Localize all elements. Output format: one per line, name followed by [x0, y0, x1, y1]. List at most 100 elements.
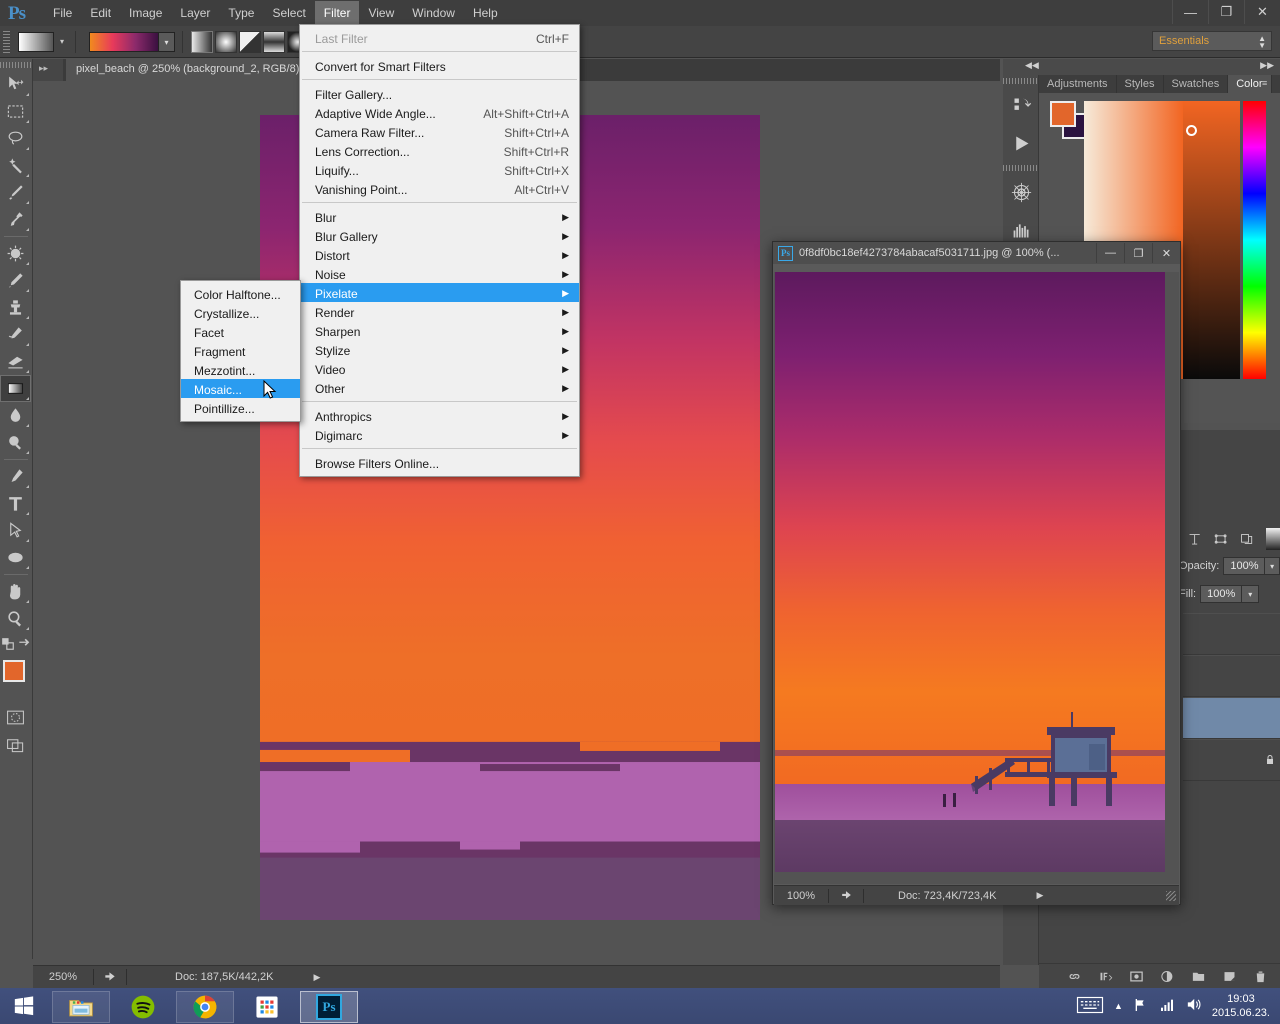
panel-foreground-swatch[interactable]: [1050, 101, 1076, 127]
menu-item-convert-for-smart-filters[interactable]: Convert for Smart Filters: [300, 56, 579, 75]
floating-minimize-icon[interactable]: —: [1096, 243, 1124, 263]
spot-healing-brush-tool[interactable]: [0, 240, 31, 267]
link-layers-icon[interactable]: [1067, 969, 1082, 984]
menu-item-fragment[interactable]: Fragment: [181, 341, 300, 360]
resize-grip[interactable]: [1166, 891, 1176, 901]
floating-share-icon[interactable]: [829, 889, 863, 902]
panel-tab-styles[interactable]: Styles: [1117, 75, 1164, 93]
collapse-right-icon[interactable]: ▶▶: [1260, 60, 1274, 71]
pen-tool[interactable]: [0, 463, 31, 490]
adjustment-layer-icon[interactable]: [1160, 969, 1175, 984]
shape-filter-icon[interactable]: [1213, 531, 1228, 547]
default-colors-icon[interactable]: [1, 637, 15, 651]
new-layer-icon[interactable]: [1222, 969, 1237, 984]
floating-window-titlebar[interactable]: Ps 0f8df0bc18ef4273784abacaf5031711.jpg …: [773, 242, 1180, 264]
options-bar-grip[interactable]: [3, 31, 10, 53]
crop-tool[interactable]: [0, 179, 31, 206]
workspace-selector[interactable]: Essentials ▲ ▼: [1152, 31, 1272, 51]
table-row[interactable]: [1183, 613, 1280, 655]
move-tool[interactable]: [0, 71, 31, 98]
fill-value[interactable]: 100%: [1200, 585, 1243, 603]
menu-item-filter-gallery[interactable]: Filter Gallery...: [300, 84, 579, 103]
menu-help[interactable]: Help: [464, 1, 507, 25]
menu-filter[interactable]: Filter: [314, 1, 360, 25]
menu-item-blur[interactable]: Blur ▶: [300, 207, 579, 226]
adjustment-filter-icon[interactable]: [1265, 528, 1280, 550]
collapse-left-icon[interactable]: ◀◀: [1025, 60, 1039, 71]
gradient-dropdown-icon[interactable]: ▾: [159, 32, 175, 52]
volume-icon[interactable]: [1185, 996, 1202, 1016]
color-field-dark[interactable]: [1183, 101, 1240, 379]
minimize-icon[interactable]: —: [1172, 0, 1208, 24]
opacity-dropdown-icon[interactable]: ▾: [1265, 557, 1280, 575]
menu-item-other[interactable]: Other ▶: [300, 378, 579, 397]
clone-source-icon[interactable]: [1003, 173, 1039, 211]
gradient-tool[interactable]: [0, 375, 31, 402]
document-tab[interactable]: pixel_beach @ 250% (background_2, RGB/8)…: [66, 59, 318, 81]
tools-panel-grip[interactable]: [0, 59, 32, 71]
menu-item-pointillize[interactable]: Pointillize...: [181, 398, 300, 417]
menu-item-facet[interactable]: Facet: [181, 322, 300, 341]
clock[interactable]: 19:03 2015.06.23.: [1212, 992, 1270, 1020]
show-hidden-icons-icon[interactable]: ▲: [1114, 1001, 1123, 1011]
opacity-value[interactable]: 100%: [1223, 557, 1266, 575]
table-row[interactable]: [1183, 655, 1280, 697]
panel-tab-swatches[interactable]: Swatches: [1164, 75, 1229, 93]
ellipse-shape-tool[interactable]: [0, 544, 31, 571]
hue-strip[interactable]: [1243, 101, 1266, 379]
menu-item-anthropics[interactable]: Anthropics ▶: [300, 406, 579, 425]
add-layer-mask-icon[interactable]: [1129, 969, 1144, 984]
history-brush-tool[interactable]: [0, 321, 31, 348]
floating-maximize-icon[interactable]: ❐: [1124, 243, 1152, 263]
share-icon[interactable]: [94, 970, 126, 984]
rail-grip[interactable]: [1003, 75, 1038, 86]
restore-icon[interactable]: ❐: [1208, 0, 1244, 24]
panel-tab-adjustments[interactable]: Adjustments: [1039, 75, 1117, 93]
floating-close-icon[interactable]: ✕: [1152, 243, 1180, 263]
dock-collapse-bar[interactable]: ◀◀ ▶▶: [1003, 59, 1280, 75]
menu-item-video[interactable]: Video ▶: [300, 359, 579, 378]
menu-type[interactable]: Type: [219, 1, 263, 25]
menu-item-vanishing-point[interactable]: Vanishing Point... Alt+Ctrl+V: [300, 179, 579, 198]
screen-mode-icon[interactable]: [0, 731, 31, 758]
layer-style-fx-icon[interactable]: [1098, 969, 1113, 984]
floating-status-expand-icon[interactable]: ▶: [1036, 890, 1043, 901]
menu-select[interactable]: Select: [263, 1, 314, 25]
gradient-type-angle[interactable]: [239, 31, 261, 53]
color-swatches[interactable]: [0, 660, 35, 696]
menu-item-crystallize[interactable]: Crystallize...: [181, 303, 300, 322]
menu-item-liquify[interactable]: Liquify... Shift+Ctrl+X: [300, 160, 579, 179]
eyedropper-tool[interactable]: [0, 206, 31, 233]
table-row[interactable]: [1183, 739, 1280, 781]
menu-item-distort[interactable]: Distort ▶: [300, 245, 579, 264]
menu-item-mosaic[interactable]: Mosaic...: [181, 379, 300, 398]
brush-tool[interactable]: [0, 267, 31, 294]
menu-layer[interactable]: Layer: [171, 1, 219, 25]
type-tool[interactable]: [0, 490, 31, 517]
beach-photo[interactable]: [775, 272, 1165, 872]
keyboard-icon[interactable]: [1076, 995, 1104, 1018]
start-button[interactable]: [0, 988, 48, 1024]
gradient-type-linear[interactable]: [191, 31, 213, 53]
taskbar-item-photoshop[interactable]: Ps: [300, 991, 358, 1023]
menu-item-noise[interactable]: Noise ▶: [300, 264, 579, 283]
rectangular-marquee-tool[interactable]: [0, 98, 31, 125]
type-filter-icon[interactable]: [1187, 531, 1202, 547]
zoom-tool[interactable]: [0, 605, 31, 632]
menu-item-stylize[interactable]: Stylize ▶: [300, 340, 579, 359]
menu-item-lens-correction[interactable]: Lens Correction... Shift+Ctrl+R: [300, 141, 579, 160]
clone-stamp-tool[interactable]: [0, 294, 31, 321]
taskbar-item-spotify[interactable]: [114, 991, 172, 1023]
zoom-level[interactable]: 250%: [33, 971, 93, 983]
menu-item-pixelate[interactable]: Pixelate ▶: [300, 283, 579, 302]
table-row[interactable]: [1183, 697, 1280, 739]
floating-zoom-level[interactable]: 100%: [774, 890, 828, 902]
menu-item-blur-gallery[interactable]: Blur Gallery ▶: [300, 226, 579, 245]
blur-tool[interactable]: [0, 402, 31, 429]
path-selection-tool[interactable]: [0, 517, 31, 544]
fill-dropdown-icon[interactable]: ▾: [1242, 585, 1260, 603]
menu-item-browse-filters-online[interactable]: Browse Filters Online...: [300, 453, 579, 472]
menu-item-render[interactable]: Render ▶: [300, 302, 579, 321]
quick-mask-icon[interactable]: [0, 704, 31, 731]
menu-file[interactable]: File: [44, 1, 81, 25]
